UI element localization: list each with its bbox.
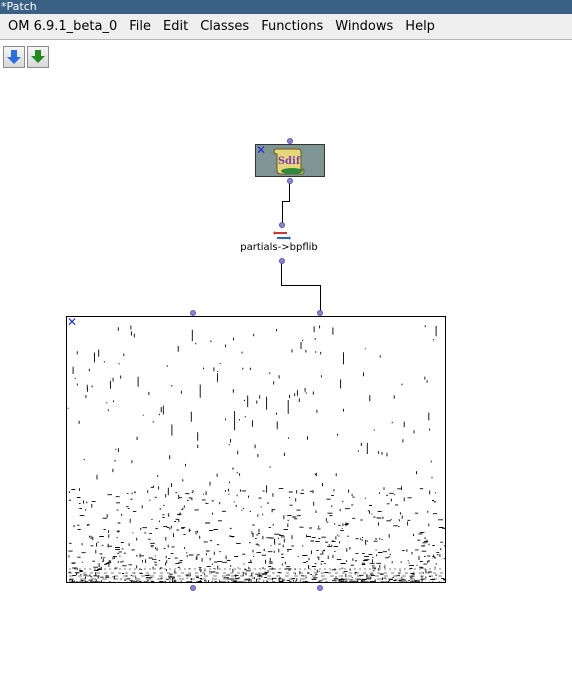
bpflib-outlet-2[interactable] — [317, 585, 323, 591]
connection-segment — [282, 201, 290, 202]
patch-canvas[interactable]: Sdif ✕ partials->bpflib ✕ — [0, 0, 572, 693]
partials-texture — [67, 325, 445, 582]
function-label[interactable]: partials->bpflib — [229, 242, 329, 253]
bpflib-box[interactable] — [66, 316, 446, 583]
function-outlet[interactable] — [279, 258, 285, 264]
sdif-outlet[interactable] — [287, 178, 293, 184]
connection-segment — [320, 285, 321, 312]
connection-sdif-to-function[interactable] — [289, 183, 290, 202]
sdif-logo-text: Sdif — [278, 156, 301, 167]
connection-segment — [282, 201, 283, 223]
bpflib-outlet-1[interactable] — [190, 585, 196, 591]
sdif-selection-mark[interactable]: ✕ — [256, 144, 266, 156]
bpflib-selection-mark[interactable]: ✕ — [67, 316, 77, 328]
sdif-file-icon: Sdif — [273, 148, 305, 175]
conversion-arrows-icon[interactable] — [273, 230, 291, 242]
connection-function-to-bpflib[interactable] — [281, 263, 282, 286]
function-inlet[interactable] — [279, 222, 285, 228]
connection-segment — [281, 285, 321, 286]
partials-plot — [67, 325, 445, 582]
